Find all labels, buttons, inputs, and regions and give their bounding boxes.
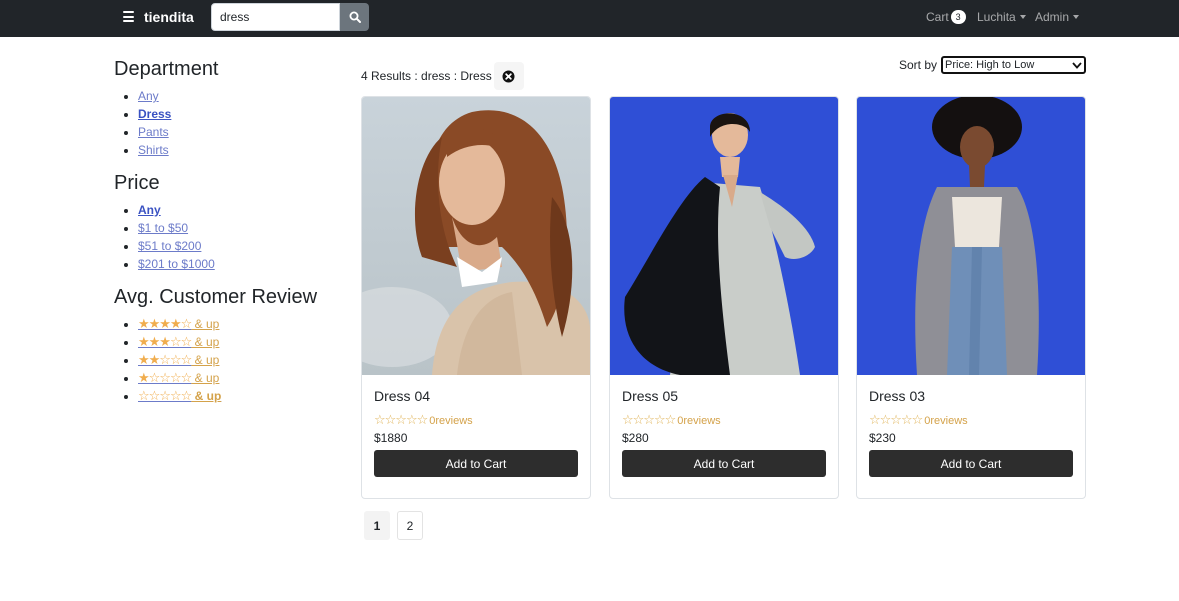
chevron-down-icon xyxy=(1019,15,1026,19)
price-link-any[interactable]: Any xyxy=(138,203,161,217)
product-price: $230 xyxy=(869,431,896,445)
product-card: Dress 05 ☆☆☆☆☆ 0reviews $280 Add to Cart xyxy=(609,96,839,499)
results-summary-text: 4 Results : dress : Dress xyxy=(361,69,492,83)
list-item: ★★★☆☆ & up xyxy=(138,333,344,351)
product-card-body: Dress 03 ☆☆☆☆☆ 0reviews $230 Add to Cart xyxy=(857,375,1085,487)
star-rating-icon: ★★★★☆ xyxy=(138,316,192,331)
top-navbar: tiendita Cart 3 Luchita Admin xyxy=(0,0,1179,37)
list-item: ★☆☆☆☆ & up xyxy=(138,369,344,387)
list-item: Shirts xyxy=(138,141,344,159)
product-card: Dress 03 ☆☆☆☆☆ 0reviews $230 Add to Cart xyxy=(856,96,1086,499)
product-image-dress-04[interactable] xyxy=(362,97,590,375)
page-button-2[interactable]: 2 xyxy=(397,511,423,540)
price-link-1-50[interactable]: $1 to $50 xyxy=(138,221,188,235)
department-link-shirts[interactable]: Shirts xyxy=(138,143,169,157)
and-up-label: & up xyxy=(191,389,222,403)
list-item: Any xyxy=(138,87,344,105)
search-bar xyxy=(211,3,369,31)
list-item: Pants xyxy=(138,123,344,141)
admin-label: Admin xyxy=(1035,10,1070,24)
star-rating-icon: ☆☆☆☆☆ xyxy=(138,388,192,403)
menu-icon[interactable] xyxy=(123,11,134,22)
star-rating-icon: ★★★☆☆ xyxy=(138,334,192,349)
and-up-label: & up xyxy=(191,317,220,331)
list-item: $51 to $200 xyxy=(138,237,344,255)
search-button[interactable] xyxy=(340,3,369,31)
star-rating-icon: ★★☆☆☆ xyxy=(138,352,192,367)
product-rating: ☆☆☆☆☆ 0reviews xyxy=(869,411,1073,429)
user-label: Luchita xyxy=(977,10,1016,24)
add-to-cart-button[interactable]: Add to Cart xyxy=(622,450,826,477)
list-item: Dress xyxy=(138,105,344,123)
list-item: ★★☆☆☆ & up xyxy=(138,351,344,369)
sort-select[interactable]: Price: High to Low xyxy=(941,56,1086,74)
review-list: ★★★★☆ & up★★★☆☆ & up★★☆☆☆ & up★☆☆☆☆ & up… xyxy=(114,315,344,405)
list-item: Any xyxy=(138,201,344,219)
review-filter-1-stars[interactable]: ★☆☆☆☆ & up xyxy=(138,370,220,385)
page-button-1[interactable]: 1 xyxy=(364,511,390,540)
product-name[interactable]: Dress 05 xyxy=(622,386,826,406)
cart-label: Cart xyxy=(926,10,949,24)
product-price: $280 xyxy=(622,431,649,445)
product-rating: ☆☆☆☆☆ 0reviews xyxy=(622,411,826,429)
review-filter-2-stars[interactable]: ★★☆☆☆ & up xyxy=(138,352,220,367)
list-item: $1 to $50 xyxy=(138,219,344,237)
brand-logo[interactable]: tiendita xyxy=(144,9,194,25)
product-image-dress-05[interactable] xyxy=(610,97,838,375)
department-list: Any Dress Pants Shirts xyxy=(114,87,344,159)
review-count[interactable]: 0reviews xyxy=(429,415,472,427)
department-link-pants[interactable]: Pants xyxy=(138,125,169,139)
pagination: 1 2 xyxy=(364,511,423,540)
star-rating-icon: ★☆☆☆☆ xyxy=(138,370,192,385)
product-card-body: Dress 04 ☆☆☆☆☆ 0reviews $1880 Add to Cart xyxy=(362,375,590,487)
search-icon xyxy=(349,11,361,23)
empty-stars-icon: ☆☆☆☆☆ xyxy=(869,412,923,427)
review-count[interactable]: 0reviews xyxy=(677,415,720,427)
list-item: $201 to $1000 xyxy=(138,255,344,273)
review-filter-4-stars[interactable]: ★★★★☆ & up xyxy=(138,316,220,331)
empty-stars-icon: ☆☆☆☆☆ xyxy=(374,412,428,427)
product-image-dress-03[interactable] xyxy=(857,97,1085,375)
list-item: ☆☆☆☆☆ & up xyxy=(138,387,344,405)
and-up-label: & up xyxy=(191,353,220,367)
chevron-down-icon xyxy=(1072,61,1082,69)
cart-link[interactable]: Cart 3 xyxy=(926,10,966,24)
price-list: Any $1 to $50 $51 to $200 $201 to $1000 xyxy=(114,201,344,273)
results-summary: 4 Results : dress : Dress xyxy=(361,62,524,90)
cart-count-badge: 3 xyxy=(950,10,966,24)
close-circle-icon xyxy=(502,70,515,82)
department-heading: Department xyxy=(114,58,219,80)
user-dropdown[interactable]: Luchita xyxy=(977,10,1026,24)
clear-filter-button[interactable] xyxy=(493,62,524,90)
product-name[interactable]: Dress 03 xyxy=(869,386,1073,406)
list-item: ★★★★☆ & up xyxy=(138,315,344,333)
product-card: Dress 04 ☆☆☆☆☆ 0reviews $1880 Add to Cart xyxy=(361,96,591,499)
department-link-dress[interactable]: Dress xyxy=(138,107,171,121)
product-name[interactable]: Dress 04 xyxy=(374,386,578,406)
product-rating: ☆☆☆☆☆ 0reviews xyxy=(374,411,578,429)
review-filter-3-stars[interactable]: ★★★☆☆ & up xyxy=(138,334,220,349)
department-link-any[interactable]: Any xyxy=(138,89,159,103)
add-to-cart-button[interactable]: Add to Cart xyxy=(374,450,578,477)
sort-selected-value: Price: High to Low xyxy=(945,59,1035,71)
sort-label: Sort by xyxy=(899,58,938,72)
chevron-down-icon xyxy=(1073,15,1080,19)
product-card-body: Dress 05 ☆☆☆☆☆ 0reviews $280 Add to Cart xyxy=(610,375,838,487)
price-link-51-200[interactable]: $51 to $200 xyxy=(138,239,201,253)
review-count[interactable]: 0reviews xyxy=(924,415,967,427)
and-up-label: & up xyxy=(191,335,220,349)
review-heading: Avg. Customer Review xyxy=(114,286,318,308)
product-price: $1880 xyxy=(374,431,408,445)
search-input[interactable] xyxy=(211,3,340,31)
price-heading: Price xyxy=(114,172,160,194)
price-link-201-1000[interactable]: $201 to $1000 xyxy=(138,257,215,271)
filter-sidebar: Department Any Dress Pants Shirts Price … xyxy=(114,57,344,417)
admin-dropdown[interactable]: Admin xyxy=(1035,10,1080,24)
empty-stars-icon: ☆☆☆☆☆ xyxy=(622,412,676,427)
review-filter-0-stars[interactable]: ☆☆☆☆☆ & up xyxy=(138,388,222,403)
and-up-label: & up xyxy=(191,371,220,385)
add-to-cart-button[interactable]: Add to Cart xyxy=(869,450,1073,477)
